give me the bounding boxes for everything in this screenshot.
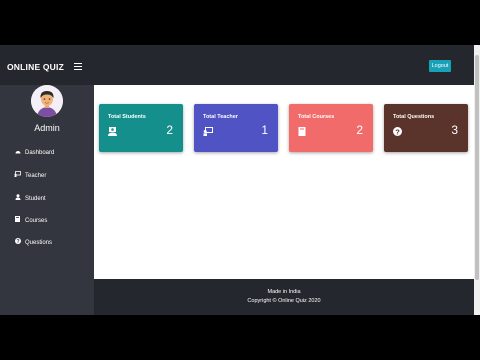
teacher-icon bbox=[203, 123, 213, 136]
card-value: 2 bbox=[166, 123, 173, 137]
card-total-teacher[interactable]: Total Teacher 1 bbox=[194, 104, 278, 152]
card-title: Total Students bbox=[108, 114, 146, 120]
sidebar-item-label: Courses bbox=[25, 218, 48, 224]
sidebar-item-student[interactable]: Student bbox=[14, 194, 46, 203]
student-icon bbox=[108, 123, 117, 136]
top-navbar: ONLINE QUIZ Logout bbox=[0, 45, 474, 85]
question-circle-icon: ? bbox=[393, 123, 402, 136]
book-icon bbox=[14, 216, 21, 226]
teacher-icon bbox=[14, 171, 21, 181]
sidebar: Admin Dashboard Teacher Student Courses … bbox=[0, 85, 94, 315]
sidebar-item-teacher[interactable]: Teacher bbox=[14, 171, 46, 180]
logout-button[interactable]: Logout bbox=[429, 60, 451, 72]
sidebar-item-label: Student bbox=[25, 196, 46, 202]
card-value: 1 bbox=[261, 123, 268, 137]
student-icon bbox=[14, 194, 21, 204]
card-title: Total Teacher bbox=[203, 114, 238, 120]
card-total-students[interactable]: Total Students 2 bbox=[99, 104, 183, 152]
card-value: 2 bbox=[356, 123, 363, 137]
footer-copyright: Copyright © Online Quiz 2020 bbox=[247, 298, 321, 304]
card-title: Total Questions bbox=[393, 114, 435, 120]
dashboard-content: Total Students 2 Total Teacher 1 Total C… bbox=[94, 85, 474, 279]
sidebar-item-courses[interactable]: Courses bbox=[14, 216, 47, 225]
app-window: ONLINE QUIZ Logout Admin Dashboard Teach… bbox=[0, 45, 480, 315]
sidebar-item-label: Dashboard bbox=[25, 150, 55, 156]
footer-made-in: Made in India bbox=[267, 289, 301, 295]
sidebar-item-label: Questions bbox=[25, 240, 53, 246]
book-icon bbox=[298, 123, 307, 136]
brand-title[interactable]: ONLINE QUIZ bbox=[7, 62, 64, 72]
avatar bbox=[31, 85, 63, 117]
card-total-courses[interactable]: Total Courses 2 bbox=[289, 104, 373, 152]
card-total-questions[interactable]: Total Questions ? 3 bbox=[384, 104, 468, 152]
user-name: Admin bbox=[34, 123, 60, 133]
svg-text:?: ? bbox=[16, 239, 19, 244]
card-value: 3 bbox=[451, 123, 458, 137]
menu-toggle-icon[interactable] bbox=[74, 63, 82, 71]
sidebar-item-label: Teacher bbox=[25, 173, 47, 179]
sidebar-item-dashboard[interactable]: Dashboard bbox=[14, 149, 54, 158]
scrollbar-thumb[interactable] bbox=[475, 55, 479, 280]
sidebar-item-questions[interactable]: ? Questions bbox=[14, 238, 52, 247]
svg-text:?: ? bbox=[395, 127, 400, 136]
footer: Made in India Copyright © Online Quiz 20… bbox=[94, 279, 474, 315]
card-title: Total Courses bbox=[298, 114, 335, 120]
dashboard-icon bbox=[14, 149, 21, 158]
question-circle-icon: ? bbox=[14, 238, 21, 248]
